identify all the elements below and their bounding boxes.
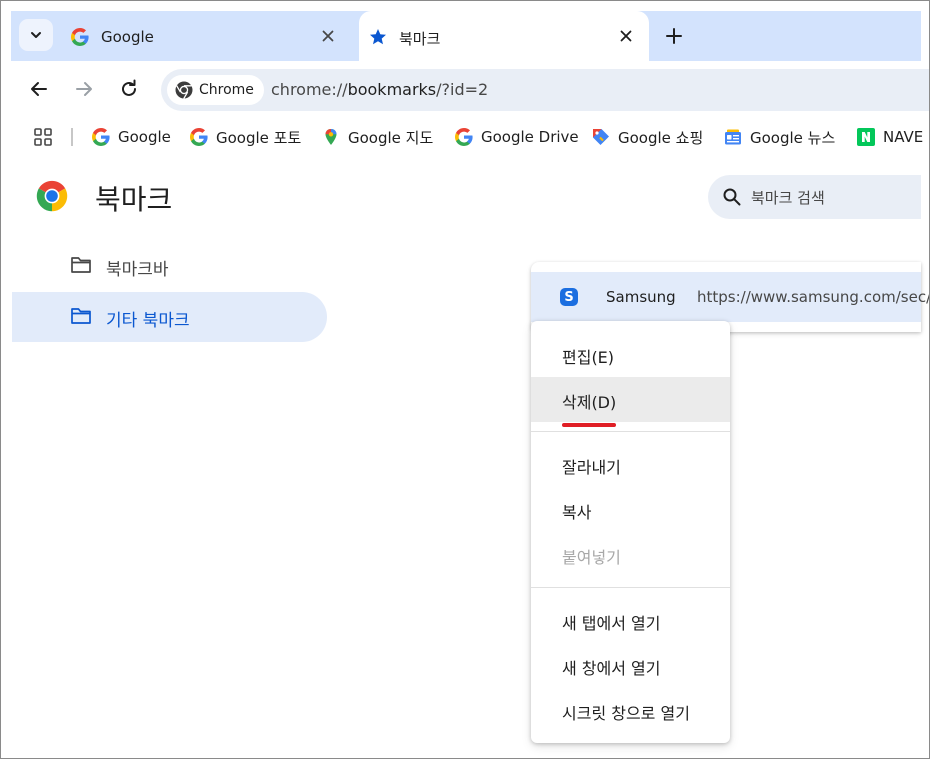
chrome-logo-icon xyxy=(36,180,68,212)
menu-item-label: 새 창에서 열기 xyxy=(562,659,661,678)
close-icon[interactable] xyxy=(617,27,635,45)
tab-search-button[interactable] xyxy=(19,19,53,51)
search-placeholder: 북마크 검색 xyxy=(751,189,825,207)
bookmark-google-photos[interactable]: Google 포토 xyxy=(190,126,301,148)
menu-item-paste: 붙여넣기 xyxy=(531,532,730,577)
bookmark-url: https://www.samsung.com/sec/ xyxy=(697,288,930,306)
apps-grid-icon[interactable] xyxy=(33,127,53,147)
menu-item-label: 새 탭에서 열기 xyxy=(562,614,661,633)
bookmark-google-drive[interactable]: Google Drive xyxy=(455,126,579,148)
bookmark-label: Google 뉴스 xyxy=(750,128,836,147)
menu-separator xyxy=(531,431,730,432)
url-prefix: chrome:// xyxy=(271,80,348,99)
folder-label: 기타 북마크 xyxy=(106,311,190,331)
bookmarks-bar: Google Google 포토 Google 지도 Google Drive xyxy=(11,119,923,155)
google-news-icon xyxy=(725,129,741,145)
annotation-underline xyxy=(562,423,616,427)
google-g-icon xyxy=(71,28,89,46)
new-tab-plus-icon[interactable] xyxy=(663,25,685,47)
menu-item-label: 시크릿 창으로 열기 xyxy=(562,704,690,723)
site-info-chip[interactable]: Chrome xyxy=(167,75,264,105)
google-g-icon xyxy=(92,128,110,146)
folder-icon xyxy=(71,257,91,273)
samsung-icon: S xyxy=(560,288,578,306)
menu-item-open-new-window[interactable]: 새 창에서 열기 xyxy=(531,643,730,688)
bookmark-google-maps[interactable]: Google 지도 xyxy=(322,126,433,148)
forward-arrow-icon[interactable] xyxy=(72,77,96,101)
tab-google[interactable]: Google xyxy=(61,11,351,61)
sidebar-folder-other-bookmarks[interactable]: 기타 북마크 xyxy=(12,292,327,342)
bookmark-search-input[interactable]: 북마크 검색 xyxy=(708,175,921,219)
bookmark-google-shopping[interactable]: Google 쇼핑 xyxy=(592,126,703,148)
google-g-icon xyxy=(190,128,208,146)
toolbar: Chrome chrome://bookmarks/?id=2 xyxy=(11,61,929,119)
menu-item-copy[interactable]: 복사 xyxy=(531,487,730,532)
menu-item-cut[interactable]: 잘라내기 xyxy=(531,442,730,487)
back-arrow-icon[interactable] xyxy=(27,77,51,101)
bookmark-label: Google 지도 xyxy=(348,128,434,147)
close-icon[interactable] xyxy=(319,27,337,45)
bookmark-naver[interactable]: NAVE xyxy=(857,126,923,148)
bookmark-google[interactable]: Google xyxy=(92,126,171,148)
google-shopping-icon xyxy=(593,129,609,145)
url-text[interactable]: chrome://bookmarks/?id=2 xyxy=(271,80,488,99)
bookmark-title: Samsung xyxy=(606,288,676,306)
menu-item-open-new-tab[interactable]: 새 탭에서 열기 xyxy=(531,598,730,643)
google-maps-icon xyxy=(325,129,337,145)
bookmarks-bar-separator xyxy=(71,128,73,146)
sidebar-folder-bookmarks-bar[interactable]: 북마크바 xyxy=(12,241,327,291)
tab-bookmarks[interactable]: 북마크 xyxy=(359,11,649,61)
menu-separator xyxy=(531,587,730,588)
menu-item-label: 삭제(D) xyxy=(562,393,617,412)
address-bar[interactable]: Chrome chrome://bookmarks/?id=2 xyxy=(161,69,929,111)
site-chip-label: Chrome xyxy=(199,82,254,98)
folder-icon xyxy=(71,308,91,324)
menu-item-delete[interactable]: 삭제(D) xyxy=(531,377,730,422)
url-path: /?id=2 xyxy=(436,80,489,99)
url-host: bookmarks xyxy=(347,80,437,99)
chevron-down-icon xyxy=(31,32,41,38)
google-g-icon xyxy=(455,128,473,146)
bookmark-label: Google 쇼핑 xyxy=(618,128,704,147)
menu-item-edit[interactable]: 편집(E) xyxy=(531,332,730,377)
browser-window: Google 북마크 Chrome chrome://bookmarks/?id… xyxy=(0,0,930,759)
search-icon xyxy=(723,188,741,206)
context-menu: 편집(E) 삭제(D) 잘라내기 복사 붙여넣기 새 탭에서 열기 새 창에서 … xyxy=(531,321,730,743)
page-title: 북마크 xyxy=(95,183,173,216)
tab-strip: Google 북마크 xyxy=(11,11,921,61)
menu-item-label: 붙여넣기 xyxy=(562,548,621,567)
bookmark-row[interactable]: S Samsung https://www.samsung.com/sec/ xyxy=(531,272,929,322)
menu-item-label: 잘라내기 xyxy=(562,458,621,477)
tab-title: Google xyxy=(101,28,154,46)
menu-item-open-incognito[interactable]: 시크릿 창으로 열기 xyxy=(531,688,730,733)
tab-title: 북마크 xyxy=(399,30,441,48)
bookmark-label: Google Drive xyxy=(481,128,579,146)
bookmark-label: Google xyxy=(118,128,171,146)
folder-label: 북마크바 xyxy=(106,260,169,280)
menu-item-label: 편집(E) xyxy=(562,348,615,367)
menu-item-label: 복사 xyxy=(562,503,592,522)
naver-icon xyxy=(857,128,875,146)
bookmark-label: NAVE xyxy=(883,128,924,146)
bookmark-label: Google 포토 xyxy=(216,128,302,147)
star-icon xyxy=(370,29,386,45)
reload-icon[interactable] xyxy=(117,77,141,101)
chrome-logo-icon xyxy=(175,81,193,99)
bookmark-google-news[interactable]: Google 뉴스 xyxy=(724,126,835,148)
